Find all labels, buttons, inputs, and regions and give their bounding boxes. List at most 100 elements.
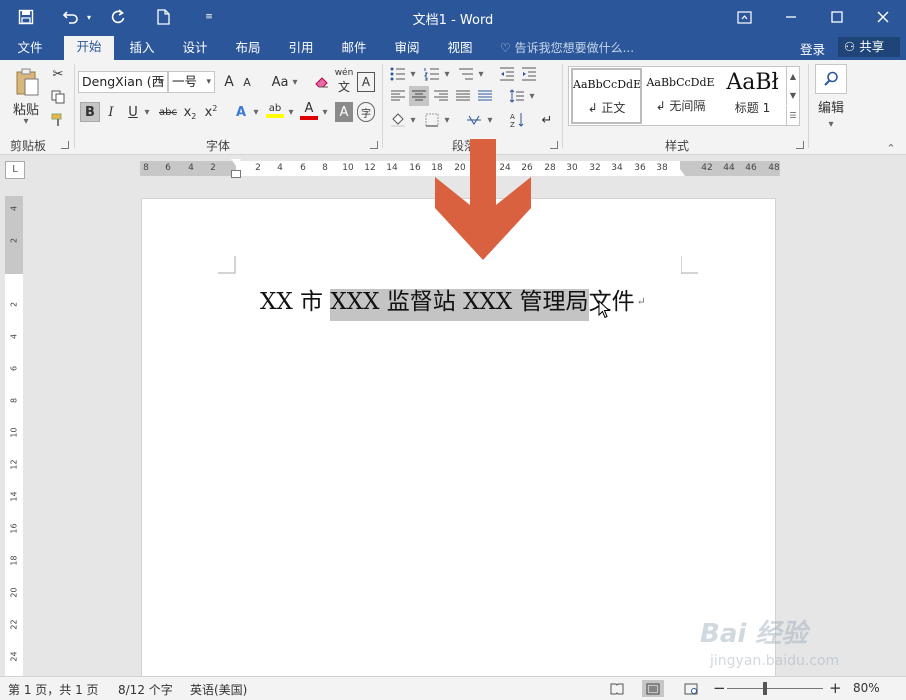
page-count[interactable]: 第 1 页，共 1 页 bbox=[8, 681, 99, 698]
highlight-button[interactable]: ab bbox=[264, 100, 286, 120]
decrease-indent-icon[interactable] bbox=[497, 64, 517, 84]
chevron-down-icon[interactable]: ▾ bbox=[826, 114, 836, 134]
document-text[interactable]: XX 市 XXX 监督站 XXX 管理局文件 ↵ bbox=[260, 286, 646, 324]
line-spacing-icon[interactable] bbox=[507, 86, 527, 106]
tab-insert[interactable]: 插入 bbox=[120, 38, 164, 60]
bullets-icon[interactable] bbox=[388, 64, 408, 84]
chevron-down-icon[interactable]: ▾ bbox=[443, 110, 451, 130]
grow-font-button[interactable]: A bbox=[220, 72, 238, 92]
chevron-down-icon[interactable]: ▾ bbox=[409, 110, 417, 130]
share-button[interactable]: ⚇ 共享 bbox=[838, 37, 900, 57]
tell-me-search[interactable]: ♡ 告诉我您想要做什么... bbox=[500, 39, 634, 56]
font-color-button[interactable]: A bbox=[298, 100, 320, 120]
vertical-ruler[interactable]: 4 2 2 4 6 8 10 12 14 16 18 20 22 24 bbox=[5, 196, 23, 676]
align-right-icon[interactable] bbox=[431, 86, 451, 106]
underline-button[interactable]: U bbox=[124, 102, 142, 122]
clipboard-launcher[interactable] bbox=[61, 141, 69, 149]
zoom-in-button[interactable]: + bbox=[829, 679, 842, 697]
copy-icon[interactable] bbox=[48, 87, 68, 107]
numbering-icon[interactable] bbox=[422, 64, 442, 84]
styles-launcher[interactable] bbox=[796, 141, 804, 149]
tab-mailings[interactable]: 邮件 bbox=[332, 38, 376, 60]
chevron-down-icon[interactable]: ▾ bbox=[252, 102, 260, 122]
tab-file[interactable]: 文件 bbox=[10, 38, 50, 60]
styles-more-icon[interactable]: ☰ bbox=[786, 106, 799, 125]
increase-indent-icon[interactable] bbox=[519, 64, 539, 84]
chinese-layout-icon[interactable] bbox=[463, 110, 485, 130]
cut-icon[interactable]: ✂ bbox=[48, 64, 68, 84]
change-case-button[interactable]: Aa bbox=[270, 72, 290, 92]
tab-review[interactable]: 审阅 bbox=[385, 38, 429, 60]
phonetic-guide-button[interactable]: 文 bbox=[334, 78, 354, 94]
chevron-down-icon[interactable]: ▾ bbox=[528, 86, 536, 106]
character-shading-button[interactable]: A bbox=[335, 102, 353, 122]
tab-home[interactable]: 开始 bbox=[64, 36, 114, 60]
align-left-icon[interactable] bbox=[388, 86, 408, 106]
styles-scroll-up-icon[interactable]: ▲ bbox=[786, 67, 799, 86]
paste-dropdown-icon[interactable]: ▾ bbox=[20, 116, 32, 127]
align-center-icon[interactable] bbox=[409, 86, 429, 106]
zoom-level[interactable]: 80% bbox=[853, 681, 880, 695]
first-line-indent-marker[interactable] bbox=[231, 159, 241, 166]
right-indent-marker[interactable] bbox=[675, 169, 685, 176]
text-effects-button[interactable]: A bbox=[231, 102, 251, 122]
chevron-down-icon[interactable]: ▾ bbox=[477, 64, 485, 84]
ruler-tick-label: 34 bbox=[611, 163, 623, 173]
font-name-combo[interactable]: DengXian (西 ▾ bbox=[78, 71, 168, 93]
web-layout-icon[interactable] bbox=[680, 680, 702, 697]
zoom-slider-thumb[interactable] bbox=[763, 682, 767, 695]
selected-text[interactable]: XXX 监督站 XXX 管理局 bbox=[330, 289, 589, 321]
justify-icon[interactable] bbox=[453, 86, 473, 106]
multilevel-list-icon[interactable] bbox=[456, 64, 476, 84]
language-indicator[interactable]: 英语(美国) bbox=[190, 681, 247, 698]
bold-button[interactable]: B bbox=[80, 102, 100, 122]
paste-icon[interactable] bbox=[12, 66, 42, 98]
shrink-font-button[interactable]: A bbox=[239, 72, 255, 92]
subscript-button[interactable]: x2 bbox=[181, 102, 199, 122]
chevron-down-icon[interactable]: ▾ bbox=[409, 64, 417, 84]
ribbon-display-options-icon[interactable] bbox=[733, 6, 755, 28]
font-size-combo[interactable]: 一号 ▾ bbox=[168, 71, 215, 93]
word-count[interactable]: 8/12 个字 bbox=[118, 681, 173, 698]
maximize-icon[interactable] bbox=[826, 6, 848, 28]
minimize-icon[interactable] bbox=[780, 6, 802, 28]
clear-formatting-icon[interactable] bbox=[312, 72, 332, 92]
borders-icon[interactable] bbox=[422, 110, 442, 130]
read-mode-icon[interactable] bbox=[606, 680, 628, 697]
chevron-down-icon[interactable]: ▾ bbox=[291, 72, 299, 92]
tab-selector[interactable]: L bbox=[5, 161, 25, 179]
sort-icon[interactable]: AZ bbox=[507, 110, 527, 130]
paint-bucket-icon[interactable] bbox=[388, 110, 408, 130]
font-launcher[interactable] bbox=[370, 141, 378, 149]
enclose-characters-button[interactable]: 字 bbox=[357, 102, 375, 122]
style-no-spacing[interactable]: AaBbCcDdE ↲ 无间隔 bbox=[645, 68, 716, 124]
left-indent-marker[interactable] bbox=[231, 170, 241, 178]
chevron-down-icon[interactable]: ▾ bbox=[486, 110, 494, 130]
style-normal[interactable]: AaBbCcDdE ↲ 正文 bbox=[571, 68, 642, 124]
editing-button[interactable]: 编辑 bbox=[815, 96, 847, 116]
superscript-button[interactable]: x2 bbox=[202, 102, 220, 122]
zoom-out-button[interactable]: − bbox=[713, 679, 726, 697]
format-painter-icon[interactable] bbox=[48, 110, 68, 130]
tab-design[interactable]: 设计 bbox=[173, 38, 217, 60]
chevron-down-icon[interactable]: ▾ bbox=[143, 102, 151, 122]
tab-references[interactable]: 引用 bbox=[279, 38, 323, 60]
search-icon[interactable] bbox=[815, 64, 847, 94]
chevron-down-icon[interactable]: ▾ bbox=[443, 64, 451, 84]
distributed-icon[interactable] bbox=[475, 86, 495, 106]
chevron-down-icon[interactable]: ▾ bbox=[321, 102, 329, 122]
close-icon[interactable] bbox=[872, 6, 894, 28]
print-layout-icon[interactable] bbox=[642, 680, 664, 697]
character-border-button[interactable]: A bbox=[357, 72, 375, 92]
style-heading-1[interactable]: AaBł 标题 1 bbox=[717, 68, 788, 124]
styles-scroll-down-icon[interactable]: ▼ bbox=[786, 86, 799, 105]
chevron-down-icon[interactable]: ▾ bbox=[287, 102, 295, 122]
tab-layout[interactable]: 布局 bbox=[226, 38, 270, 60]
tab-view[interactable]: 视图 bbox=[438, 38, 482, 60]
italic-button[interactable]: I bbox=[102, 102, 120, 122]
strikethrough-button[interactable]: abc bbox=[156, 102, 180, 122]
zoom-slider[interactable] bbox=[727, 688, 823, 689]
paragraph-launcher[interactable] bbox=[550, 141, 558, 149]
show-marks-icon[interactable]: ↵ bbox=[538, 110, 556, 130]
sign-in-link[interactable]: 登录 bbox=[800, 39, 825, 58]
